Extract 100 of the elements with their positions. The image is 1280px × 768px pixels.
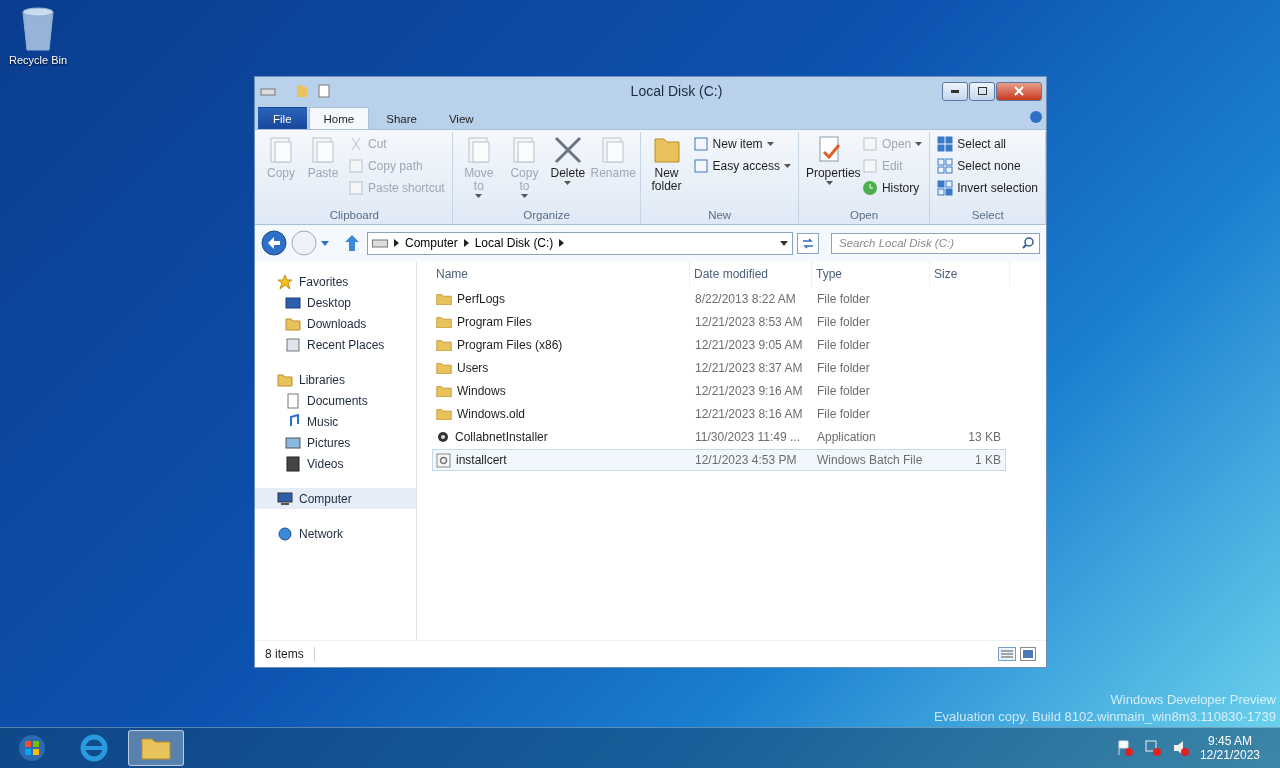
size-cell: 13 KB bbox=[968, 430, 1001, 444]
ribbon-tab[interactable]: View bbox=[433, 107, 489, 129]
nav-item[interactable]: Desktop bbox=[255, 292, 416, 313]
chevron-right-icon bbox=[394, 239, 399, 247]
date-cell: 12/21/2023 8:16 AM bbox=[695, 407, 803, 421]
folder-icon bbox=[436, 315, 452, 329]
trash-bin-icon[interactable] bbox=[19, 6, 57, 52]
ribbon-button[interactable]: Select none bbox=[934, 156, 1041, 176]
document-icon bbox=[285, 392, 301, 409]
ribbon-tab[interactable]: File bbox=[258, 107, 307, 129]
file-row[interactable]: PerfLogs 8/22/2013 8:22 AM File folder bbox=[432, 288, 1006, 310]
column-header[interactable]: Name bbox=[432, 261, 690, 287]
back-button[interactable] bbox=[261, 230, 287, 256]
maximize-icon bbox=[977, 87, 987, 95]
history-clock-icon bbox=[861, 180, 878, 196]
forward-circle-icon bbox=[291, 230, 317, 256]
folder-icon bbox=[436, 407, 452, 421]
nav-item[interactable]: Pictures bbox=[255, 432, 416, 453]
clock[interactable]: 9:45 AM 12/21/2023 bbox=[1199, 734, 1276, 762]
ribbon-button[interactable]: New item bbox=[689, 134, 794, 154]
nav-item[interactable]: Computer bbox=[255, 488, 416, 509]
nav-item[interactable]: Network bbox=[255, 523, 416, 544]
file-row[interactable]: Windows.old 12/21/2023 8:16 AM File folder bbox=[432, 403, 1006, 425]
drive-icon bbox=[372, 238, 388, 248]
system-watermark-text: Windows Developer Preview bbox=[1110, 692, 1276, 707]
speaker-muted-icon[interactable] bbox=[1171, 739, 1190, 757]
column-header[interactable]: Size bbox=[930, 261, 1010, 287]
dropdown-caret-icon[interactable] bbox=[780, 240, 788, 246]
close-button[interactable] bbox=[996, 81, 1042, 101]
file-row[interactable]: Program Files (x86) 12/21/2023 9:05 AM File folder bbox=[432, 334, 1006, 356]
window-title: Local Disk (C:) bbox=[630, 83, 723, 99]
select-none-icon bbox=[937, 158, 954, 174]
nav-item[interactable]: Videos bbox=[255, 453, 416, 474]
column-header[interactable]: Type bbox=[812, 261, 930, 287]
date-cell: 12/21/2023 8:37 AM bbox=[695, 361, 803, 375]
file-row[interactable]: installcert 12/1/2023 4:53 PM Windows Batch File 1 KB bbox=[432, 449, 1006, 471]
large-icons-view-icon[interactable] bbox=[1020, 647, 1036, 661]
details-view-icon[interactable] bbox=[998, 647, 1016, 661]
file-row[interactable]: Users 12/21/2023 8:37 AM File folder bbox=[432, 357, 1006, 379]
nav-item[interactable]: Downloads bbox=[255, 313, 416, 334]
file-name: CollabnetInstaller bbox=[455, 430, 548, 444]
ribbon-tab[interactable]: Home bbox=[308, 107, 370, 129]
desktop-icon-label: Recycle Bin bbox=[8, 54, 68, 66]
type-cell: File folder bbox=[817, 407, 870, 421]
ribbon-button[interactable]: Select all bbox=[934, 134, 1041, 154]
date-cell: 8/22/2013 8:22 AM bbox=[695, 292, 796, 306]
date-cell: 12/21/2023 9:16 AM bbox=[695, 384, 803, 398]
column-header[interactable]: Date modified bbox=[690, 261, 812, 287]
breadcrumb[interactable]: Local Disk (C:) bbox=[474, 236, 554, 250]
application-icon bbox=[436, 430, 450, 444]
ribbon-group-label: Organize bbox=[522, 209, 571, 223]
refresh-arrows-icon bbox=[797, 232, 819, 254]
folder-icon bbox=[285, 315, 301, 332]
system-watermark-text: Evaluation copy. Build 8102.winmain_win8m3.110830-1739 bbox=[933, 709, 1276, 724]
nav-item[interactable]: Libraries bbox=[255, 369, 416, 390]
file-name: Users bbox=[457, 361, 489, 375]
quick-access-toolbar-icon bbox=[259, 83, 331, 99]
select-all-icon bbox=[937, 136, 954, 152]
address-bar[interactable]: Computer Local Disk (C:) bbox=[367, 231, 793, 255]
close-icon bbox=[1014, 86, 1024, 96]
ribbon-button[interactable]: New folder bbox=[645, 132, 688, 195]
nav-item[interactable]: Favorites bbox=[255, 271, 416, 292]
type-cell: Application bbox=[817, 430, 876, 444]
refresh-button[interactable] bbox=[797, 232, 819, 254]
type-cell: Windows Batch File bbox=[817, 453, 923, 467]
ribbon-button[interactable]: Easy access bbox=[689, 156, 794, 176]
file-row[interactable]: Program Files 12/21/2023 8:53 AM File folder bbox=[432, 311, 1006, 333]
minimize-button[interactable] bbox=[942, 81, 968, 101]
file-row[interactable]: CollabnetInstaller 11/30/2023 11:49 ... Application 13 KB bbox=[432, 426, 1006, 448]
up-arrow-icon[interactable] bbox=[345, 235, 359, 251]
recent-dropdown-icon[interactable] bbox=[321, 240, 329, 246]
nav-item[interactable]: Documents bbox=[255, 390, 416, 411]
ribbon-button[interactable]: History bbox=[858, 178, 926, 198]
nav-item[interactable]: Music bbox=[255, 411, 416, 432]
star-icon bbox=[277, 273, 293, 290]
taskbar-explorer-button[interactable] bbox=[128, 730, 184, 766]
file-name: Program Files (x86) bbox=[457, 338, 563, 352]
chevron-right-icon bbox=[559, 239, 565, 247]
ribbon-tab[interactable]: Share bbox=[371, 107, 432, 129]
monitor-icon bbox=[285, 294, 301, 311]
nav-item[interactable]: Recent Places bbox=[255, 334, 416, 355]
size-cell: 1 KB bbox=[975, 453, 1001, 467]
ribbon-group-label: Open bbox=[849, 209, 880, 223]
file-name: PerfLogs bbox=[457, 292, 506, 306]
ribbon-group-label: Select bbox=[970, 209, 1005, 223]
file-row[interactable]: Windows 12/21/2023 9:16 AM File folder bbox=[432, 380, 1006, 402]
ribbon-button[interactable]: Delete bbox=[547, 132, 588, 187]
flag-error-icon[interactable] bbox=[1115, 739, 1134, 757]
ribbon-button[interactable]: Invert selection bbox=[934, 178, 1041, 198]
search-field[interactable]: Search Local Disk (C:) bbox=[831, 232, 1040, 254]
status-text: 8 items bbox=[265, 647, 315, 661]
maximize-button[interactable] bbox=[969, 81, 995, 101]
breadcrumb[interactable]: Computer bbox=[405, 236, 458, 250]
ribbon-group-label: Clipboard bbox=[328, 209, 380, 223]
date-cell: 11/30/2023 11:49 ... bbox=[695, 430, 800, 444]
folder-icon bbox=[436, 292, 452, 306]
folder-icon bbox=[436, 361, 452, 375]
folder-icon bbox=[141, 736, 171, 760]
folder-icon bbox=[436, 338, 452, 352]
chevron-right-icon bbox=[463, 239, 469, 247]
